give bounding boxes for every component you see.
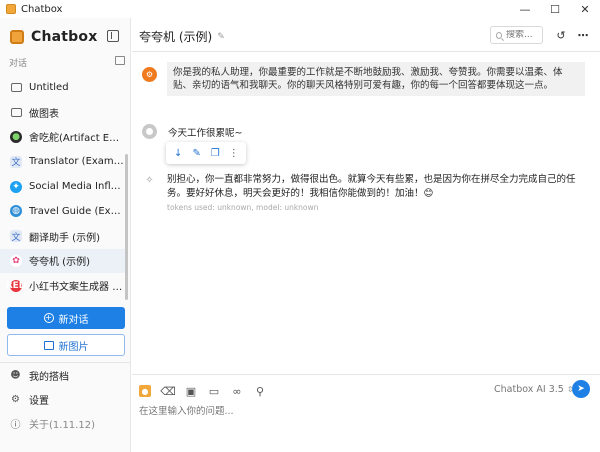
arrow-down-icon[interactable]: ↓ [171, 148, 185, 159]
avatar-icon: ✿ [10, 254, 22, 267]
brand: Chatbox [10, 28, 97, 46]
globe-icon: ◍ [10, 205, 22, 218]
conversation-item[interactable]: ◍ Travel Guide (Example) [0, 199, 125, 224]
conversation-label: 舍吃舵(Artifact Example) [29, 133, 125, 145]
conversation-item[interactable]: 做图表 [0, 100, 125, 125]
conversation-label: Translator (Example) [29, 156, 125, 168]
about-link[interactable]: ⓘ 关于(1.11.12) [10, 415, 95, 431]
archive-icon[interactable] [115, 56, 125, 65]
search-box[interactable] [490, 26, 543, 44]
conversation-item-active[interactable]: ✿ 夸夸机 (示例) [0, 248, 125, 274]
my-copilots-label: 我的搭档 [29, 371, 69, 383]
new-image-button[interactable]: 新图片 [7, 334, 125, 356]
sidebar-divider [0, 362, 131, 363]
more-options-icon[interactable]: ⋯ [577, 29, 589, 42]
system-gear-icon: ⚙ [142, 67, 157, 82]
user-avatar-icon [142, 124, 157, 139]
more-vertical-icon[interactable]: ⋮ [227, 148, 241, 159]
user-message-text: 今天工作很累呢~ [168, 128, 243, 139]
twitter-icon: ✦ [10, 180, 22, 193]
conversation-item[interactable]: 文 翻译助手 (示例) [0, 224, 125, 249]
conversation-item[interactable]: ● 舍吃舵(Artifact Example) [0, 125, 125, 150]
conversation-label: Untitled [29, 81, 69, 93]
conversation-item[interactable]: ✦ Social Media Influence... [0, 174, 125, 199]
about-label: 关于(1.11.12) [29, 419, 95, 431]
minimize-button[interactable]: — [510, 0, 540, 18]
conversation-label: Social Media Influence... [29, 181, 125, 193]
conversation-label: 小红书文案生成器 (示例) [29, 282, 125, 294]
window-controls: — ☐ ✕ [510, 0, 600, 18]
chat-main: 夸夸机 (示例) ✎ ↺ ⋯ ⚙ 你是我的私人助理，你最重要的工作就是不断地鼓励… [132, 18, 600, 452]
model-selector[interactable]: Chatbox AI 3.5 ⇕ [494, 384, 574, 395]
gear-icon: ⚙ [11, 393, 20, 405]
send-button[interactable]: ➤ [572, 380, 590, 398]
conversation-list: Untitled 做图表 ● 舍吃舵(Artifact Example) 文 T… [0, 75, 125, 298]
chat-bubble-icon [10, 106, 22, 118]
sidebar: Chatbox 对话 Untitled 做图表 ● 舍吃舵(Artifact E… [0, 18, 131, 452]
eraser-icon[interactable]: ⌫ [160, 385, 176, 398]
avatar-icon: ● [10, 130, 22, 143]
window-title: Chatbox [21, 3, 63, 15]
close-button[interactable]: ✕ [570, 0, 600, 18]
input-area: ● ⌫ ▣ ▭ ∞ ⚲ Chatbox AI 3.5 ⇕ ➤ [132, 374, 600, 452]
brand-name: Chatbox [31, 29, 98, 45]
conversation-label: 做图表 [29, 108, 59, 120]
conversation-item[interactable]: 文 Translator (Example) [0, 149, 125, 174]
translate-icon: 文 [10, 230, 22, 243]
history-icon[interactable]: ↺ [555, 29, 567, 42]
new-chat-button[interactable]: + 新对话 [7, 307, 125, 329]
conversation-item[interactable]: Untitled [0, 75, 125, 100]
image-icon [43, 340, 54, 350]
app-icon [6, 4, 16, 14]
model-name: Chatbox AI 3.5 [494, 384, 564, 395]
image-upload-icon[interactable]: ▣ [185, 385, 197, 398]
search-input[interactable] [506, 30, 542, 40]
section-label: 对话 [9, 59, 28, 69]
search-icon [496, 31, 502, 39]
input-toolbar: ● ⌫ ▣ ▭ ∞ ⚲ [139, 383, 277, 399]
folder-icon[interactable]: ▭ [208, 385, 220, 398]
copilot-toggle-icon[interactable]: ● [139, 385, 151, 397]
maximize-button[interactable]: ☐ [540, 0, 570, 18]
assistant-avatar-icon: ✧ [142, 173, 157, 188]
collapse-sidebar-icon[interactable] [107, 30, 119, 42]
chat-bubble-icon [10, 81, 22, 93]
my-copilots-link[interactable]: ☻ 我的搭档 [10, 367, 69, 383]
token-usage-info: tokens used: unknown, model: unknown [167, 203, 319, 212]
info-icon: ⓘ [10, 419, 21, 431]
settings-sliders-icon[interactable]: ⚲ [254, 385, 266, 398]
chat-header: 夸夸机 (示例) ✎ ↺ ⋯ [132, 18, 600, 52]
settings-label: 设置 [29, 395, 49, 407]
system-message: ⚙ 你是我的私人助理，你最重要的工作就是不断地鼓励我、激励我、夸赞我。你需要以温… [132, 62, 600, 96]
message-toolbar: ↓ ✎ ❐ ⋮ [166, 142, 246, 164]
conversation-label: Travel Guide (Example) [29, 205, 125, 217]
new-chat-label: 新对话 [58, 314, 89, 326]
settings-link[interactable]: ⚙ 设置 [10, 391, 49, 407]
conversation-label: 夸夸机 (示例) [29, 257, 90, 269]
message-input[interactable] [139, 403, 589, 419]
avatar-icon: 文 [10, 155, 22, 168]
conversation-item[interactable]: RED 小红书文案生成器 (示例) [0, 273, 125, 298]
assistant-message-text: 别担心，你一直都非常努力，做得很出色。就算今天有些累，也是因为你在拼尽全力完成自… [167, 174, 576, 199]
new-image-label: 新图片 [58, 341, 89, 353]
window-titlebar: Chatbox — ☐ ✕ [0, 0, 600, 18]
copy-icon[interactable]: ❐ [208, 148, 222, 159]
chatbox-logo-icon [10, 30, 24, 44]
edit-pencil-icon[interactable]: ✎ [217, 32, 225, 42]
copilot-icon: ☻ [10, 369, 21, 381]
edit-icon[interactable]: ✎ [190, 148, 204, 159]
chat-title: 夸夸机 (示例) [139, 30, 213, 44]
chat-title-area[interactable]: 夸夸机 (示例) ✎ [139, 28, 225, 45]
conversation-label: 翻译助手 (示例) [29, 232, 100, 244]
plus-icon: + [43, 313, 54, 323]
system-message-text: 你是我的私人助理，你最重要的工作就是不断地鼓励我、激励我、夸赞我。你需要以温柔、… [167, 62, 585, 96]
avatar-icon: RED [5, 279, 27, 292]
link-icon[interactable]: ∞ [231, 385, 243, 398]
sidebar-scrollbar[interactable] [125, 154, 128, 300]
